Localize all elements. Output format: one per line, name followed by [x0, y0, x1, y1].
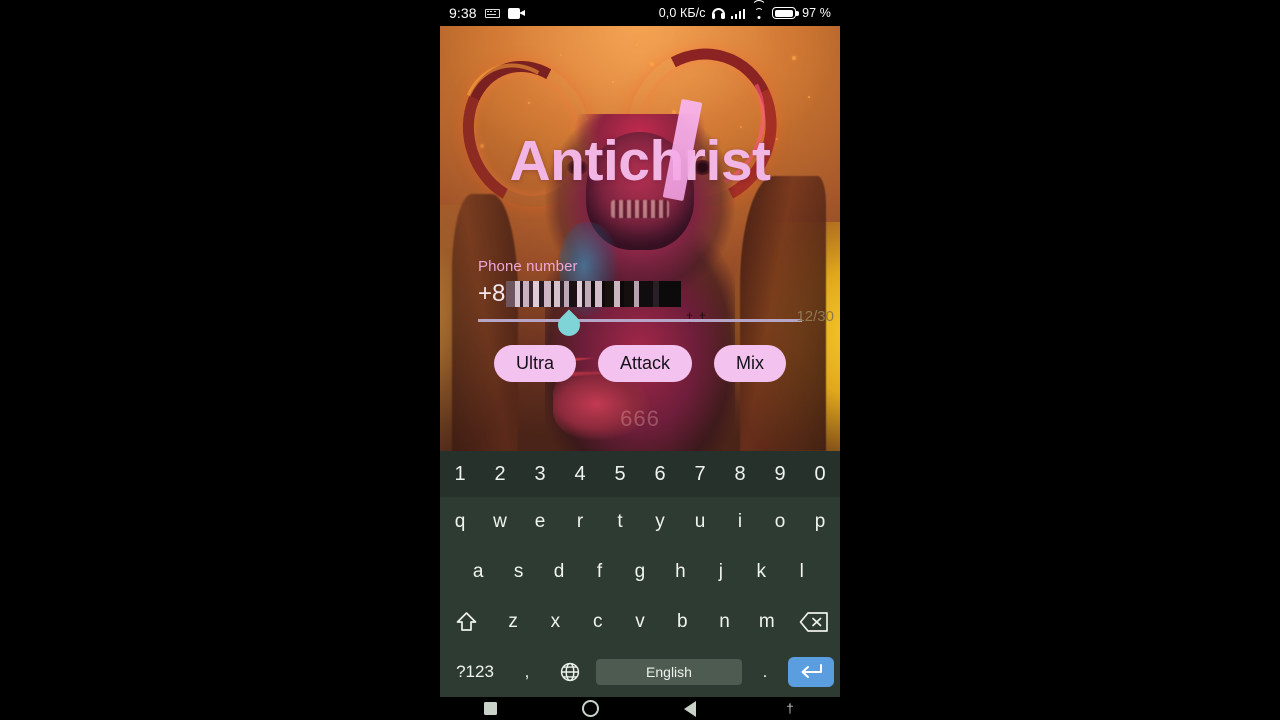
- nav-extra-button[interactable]: †: [740, 702, 840, 715]
- cellular-signal-icon: [730, 8, 746, 19]
- key-1[interactable]: 1: [440, 463, 480, 486]
- key-x[interactable]: x: [534, 611, 576, 633]
- key-g[interactable]: g: [620, 561, 660, 583]
- key-p[interactable]: p: [800, 511, 840, 533]
- cross-icon: †: [786, 701, 794, 716]
- period-key[interactable]: .: [748, 662, 782, 682]
- key-o[interactable]: o: [760, 511, 800, 533]
- key-y[interactable]: y: [640, 511, 680, 533]
- status-battery-percent: 97 %: [802, 6, 831, 20]
- key-s[interactable]: s: [498, 561, 538, 583]
- enter-icon[interactable]: [788, 657, 834, 687]
- key-i[interactable]: i: [720, 511, 760, 533]
- key-t[interactable]: t: [600, 511, 640, 533]
- shift-icon[interactable]: [440, 610, 492, 634]
- key-q[interactable]: q: [440, 511, 480, 533]
- wifi-icon: [751, 0, 767, 19]
- phone-number-prefix: +8: [478, 280, 506, 307]
- key-f[interactable]: f: [579, 561, 619, 583]
- home-button[interactable]: [540, 700, 640, 717]
- redacted-phone-digits: [506, 281, 682, 307]
- globe-icon[interactable]: [550, 661, 590, 683]
- headphones-icon: [711, 7, 725, 19]
- on-screen-keyboard: 1234567890 qwertyuiop asdfghjkl zxcvbnm: [440, 451, 840, 697]
- keyboard-row-home: asdfghjkl: [440, 547, 840, 597]
- field-underline: [478, 319, 802, 322]
- album-artwork: 666 † †: [440, 26, 840, 451]
- key-0[interactable]: 0: [800, 463, 840, 486]
- status-clock: 9:38: [449, 5, 477, 21]
- tattoo-666: 666: [620, 406, 660, 431]
- key-d[interactable]: d: [539, 561, 579, 583]
- keyboard-number-row: 1234567890: [440, 451, 840, 497]
- triangle-icon: [684, 700, 696, 717]
- chip-ultra[interactable]: Ultra: [493, 345, 576, 382]
- video-camera-icon: [507, 7, 526, 19]
- key-4[interactable]: 4: [560, 463, 600, 486]
- key-w[interactable]: w: [480, 511, 520, 533]
- key-e[interactable]: e: [520, 511, 560, 533]
- android-navigation-bar: †: [440, 697, 840, 720]
- page-title: Antichrist: [509, 129, 771, 193]
- status-network-speed: 0,0 КБ/с: [658, 6, 706, 20]
- backspace-icon[interactable]: [788, 611, 840, 633]
- key-a[interactable]: a: [458, 561, 498, 583]
- chip-row: Ultra Attack Mix: [440, 345, 840, 382]
- chip-mix[interactable]: Mix: [714, 345, 787, 382]
- character-counter: 12/30: [796, 308, 834, 325]
- key-z[interactable]: z: [492, 611, 534, 633]
- square-icon: [483, 702, 497, 715]
- key-n[interactable]: n: [703, 611, 745, 633]
- symbols-key[interactable]: ?123: [446, 662, 504, 682]
- key-m[interactable]: m: [746, 611, 788, 633]
- status-bar: 9:38 0,0 КБ/с 97 %: [440, 0, 840, 26]
- phone-number-label: Phone number: [478, 258, 578, 275]
- battery-icon: [772, 7, 799, 19]
- circle-icon: [581, 700, 599, 717]
- space-key[interactable]: English: [596, 659, 742, 685]
- phone-screen: 9:38 0,0 КБ/с 97 % 666 † † Antichrist Ph…: [440, 0, 840, 720]
- keyboard-row-qwerty: qwertyuiop: [440, 497, 840, 547]
- recents-button[interactable]: [440, 702, 540, 715]
- phone-number-field[interactable]: Phone number +8 12/30: [478, 258, 834, 341]
- keyboard-row-bottom: zxcvbnm: [440, 597, 840, 647]
- keyboard-icon: [484, 8, 500, 18]
- key-c[interactable]: c: [577, 611, 619, 633]
- key-2[interactable]: 2: [480, 463, 520, 486]
- key-b[interactable]: b: [661, 611, 703, 633]
- key-r[interactable]: r: [560, 511, 600, 533]
- comma-key[interactable]: ,: [510, 662, 544, 682]
- key-3[interactable]: 3: [520, 463, 560, 486]
- key-h[interactable]: h: [660, 561, 700, 583]
- key-v[interactable]: v: [619, 611, 661, 633]
- key-9[interactable]: 9: [760, 463, 800, 486]
- keyboard-row-space: ?123 , English .: [440, 647, 840, 697]
- key-5[interactable]: 5: [600, 463, 640, 486]
- key-j[interactable]: j: [701, 561, 741, 583]
- chip-attack[interactable]: Attack: [597, 345, 693, 382]
- screenshot-root: 666 Antichrist Phone numb +8 12/30 Ul: [0, 0, 1280, 720]
- key-k[interactable]: k: [741, 561, 781, 583]
- key-7[interactable]: 7: [680, 463, 720, 486]
- key-8[interactable]: 8: [720, 463, 760, 486]
- back-button[interactable]: [640, 700, 740, 717]
- key-l[interactable]: l: [782, 561, 822, 583]
- key-u[interactable]: u: [680, 511, 720, 533]
- key-6[interactable]: 6: [640, 463, 680, 486]
